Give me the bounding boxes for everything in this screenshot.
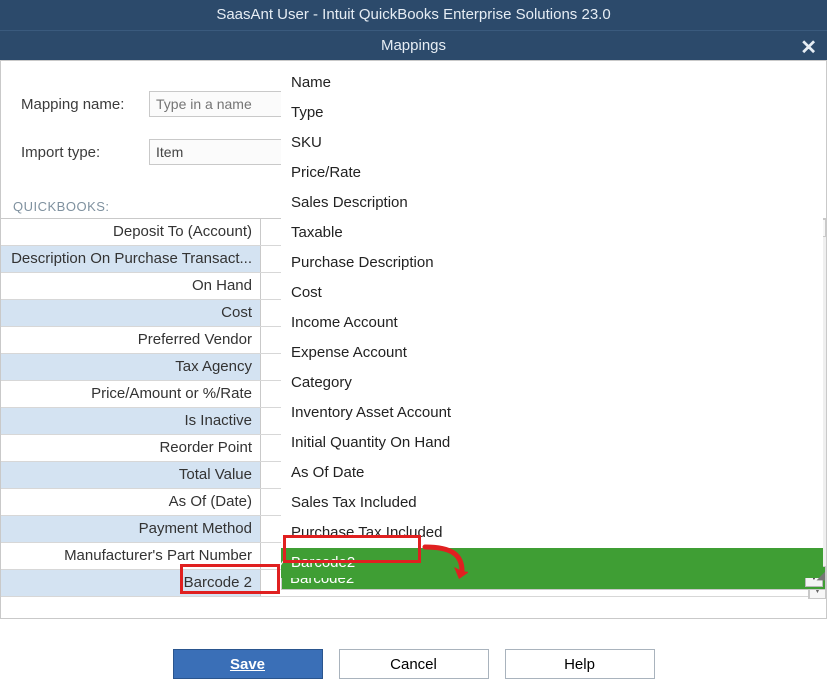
dropdown-option[interactable]: Taxable — [281, 218, 823, 248]
table-row: Total Value — [1, 462, 261, 488]
dropdown-option[interactable]: Inventory Asset Account — [281, 398, 823, 428]
table-row: Preferred Vendor — [1, 327, 261, 353]
dropdown-option[interactable]: Initial Quantity On Hand — [281, 428, 823, 458]
app-title: SaasAnt User - Intuit QuickBooks Enterpr… — [0, 0, 827, 30]
cancel-button[interactable]: Cancel — [339, 649, 489, 679]
field-dropdown[interactable]: Name Type SKU Price/Rate Sales Descripti… — [281, 68, 823, 578]
table-row: As Of (Date) — [1, 489, 261, 515]
table-row: Description On Purchase Transact... — [1, 246, 261, 272]
dropdown-option[interactable]: Cost — [281, 278, 823, 308]
dropdown-option[interactable]: Expense Account — [281, 338, 823, 368]
dropdown-option[interactable]: Purchase Tax Included — [281, 518, 823, 548]
check-icon: ✓ — [277, 552, 288, 574]
table-row: On Hand — [1, 273, 261, 299]
dialog-title: Mappings ✕ — [0, 30, 827, 60]
import-type-label: Import type: — [21, 144, 131, 161]
dropdown-option-selected[interactable]: ✓ Barcode2 — [281, 548, 823, 578]
dropdown-option[interactable]: Income Account — [281, 308, 823, 338]
table-row: Is Inactive — [1, 408, 261, 434]
dropdown-option[interactable]: Name — [281, 68, 823, 98]
dropdown-option[interactable]: Sales Description — [281, 188, 823, 218]
dropdown-option-label: Barcode2 — [291, 554, 355, 571]
resize-handle-icon[interactable]: ◢ — [817, 569, 825, 582]
save-button[interactable]: Save — [173, 649, 323, 679]
dialog-title-text: Mappings — [381, 37, 446, 54]
dropdown-option[interactable]: As Of Date — [281, 458, 823, 488]
dropdown-option[interactable]: Sales Tax Included — [281, 488, 823, 518]
table-row: Reorder Point — [1, 435, 261, 461]
table-row: Payment Method — [1, 516, 261, 542]
dropdown-option[interactable]: Type — [281, 98, 823, 128]
table-row: Deposit To (Account) — [1, 219, 261, 245]
table-row: Cost — [1, 300, 261, 326]
dropdown-option[interactable]: Category — [281, 368, 823, 398]
button-bar: Save Cancel Help — [0, 639, 827, 683]
table-row: Tax Agency — [1, 354, 261, 380]
table-row: Price/Amount or %/Rate — [1, 381, 261, 407]
mapping-name-label: Mapping name: — [21, 96, 131, 113]
dropdown-option[interactable]: Purchase Description — [281, 248, 823, 278]
help-button[interactable]: Help — [505, 649, 655, 679]
table-row: Manufacturer's Part Number — [1, 543, 261, 569]
dropdown-option[interactable]: Price/Rate — [281, 158, 823, 188]
dropdown-option[interactable]: SKU — [281, 128, 823, 158]
close-icon[interactable]: ✕ — [800, 33, 817, 63]
table-row-barcode2: Barcode 2 — [1, 570, 261, 596]
